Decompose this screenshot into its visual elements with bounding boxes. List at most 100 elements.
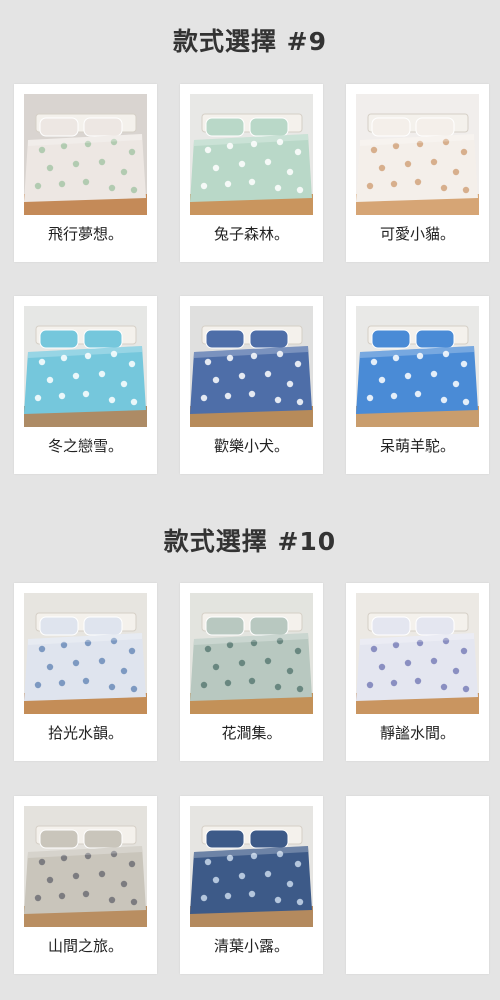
bedding-illustration xyxy=(24,94,147,215)
bedding-photo xyxy=(24,593,147,714)
pattern-dot xyxy=(294,647,302,655)
bedding-photo xyxy=(190,806,313,927)
pattern-dot xyxy=(294,360,302,368)
pattern-dot xyxy=(462,398,470,406)
pattern-dot xyxy=(274,184,282,192)
pattern-dot xyxy=(460,360,468,368)
pattern-dot xyxy=(264,158,272,166)
pattern-dot xyxy=(130,186,138,194)
pattern-dot xyxy=(274,896,282,904)
pattern-dot xyxy=(72,160,80,168)
pattern-dot xyxy=(82,390,90,398)
pillow xyxy=(371,616,411,636)
pattern-dot xyxy=(224,392,232,400)
pillow xyxy=(249,329,289,349)
pattern-dot xyxy=(108,184,116,192)
pillow xyxy=(39,329,79,349)
bedding-illustration xyxy=(24,806,147,927)
product-card[interactable]: 清葉小露。 xyxy=(180,796,323,974)
pillow xyxy=(39,117,79,137)
bedding-photo xyxy=(356,593,479,714)
pattern-dot xyxy=(58,180,66,188)
pattern-dot xyxy=(224,180,232,188)
pattern-dot xyxy=(212,663,220,671)
product-card[interactable]: 靜謐水間。 xyxy=(346,583,489,761)
pattern-dot xyxy=(130,898,138,906)
bedding-photo xyxy=(190,94,313,215)
product-card[interactable]: 兔子森林。 xyxy=(180,84,323,262)
pattern-dot xyxy=(130,685,138,693)
pattern-dot xyxy=(430,657,438,665)
bedding-illustration xyxy=(190,593,313,714)
pattern-dot xyxy=(82,890,90,898)
product-name: 歡樂小犬。 xyxy=(213,437,289,455)
pattern-dot xyxy=(108,683,116,691)
product-card[interactable]: 飛行夢想。 xyxy=(14,84,157,262)
pattern-dot xyxy=(440,184,448,192)
pillow xyxy=(371,117,411,137)
product-card[interactable]: 拾光水韻。 xyxy=(14,583,157,761)
bedding-illustration xyxy=(356,593,479,714)
pillow xyxy=(83,829,123,849)
pattern-dot xyxy=(72,659,80,667)
pattern-dot xyxy=(452,380,460,388)
pattern-dot xyxy=(294,148,302,156)
product-name: 山間之旅。 xyxy=(47,937,123,955)
section-title-10: 款式選擇 #10 xyxy=(163,527,337,556)
product-card[interactable]: 可愛小貓。 xyxy=(346,84,489,262)
pattern-dot xyxy=(34,681,42,689)
pattern-dot xyxy=(286,168,294,176)
product-card[interactable]: 冬之戀雪。 xyxy=(14,296,157,474)
pattern-dot xyxy=(404,372,412,380)
pattern-dot xyxy=(204,645,212,653)
pattern-dot xyxy=(200,894,208,902)
pattern-dot xyxy=(120,168,128,176)
pattern-dot xyxy=(238,160,246,168)
pattern-dot xyxy=(404,659,412,667)
pattern-dot xyxy=(294,860,302,868)
product-name: 飛行夢想。 xyxy=(47,225,123,243)
pattern-dot xyxy=(366,681,374,689)
pattern-dot xyxy=(108,396,116,404)
section-title-9: 款式選擇 #9 xyxy=(172,27,328,56)
pattern-dot xyxy=(58,892,66,900)
product-card[interactable]: 山間之旅。 xyxy=(14,796,157,974)
product-card[interactable]: 花澗集。 xyxy=(180,583,323,761)
pattern-dot xyxy=(414,390,422,398)
pattern-dot xyxy=(460,148,468,156)
pillow xyxy=(415,329,455,349)
pattern-dot xyxy=(462,186,470,194)
pattern-dot xyxy=(248,677,256,685)
pattern-dot xyxy=(224,679,232,687)
product-name: 呆萌羊駝。 xyxy=(379,437,455,455)
pattern-dot xyxy=(82,677,90,685)
pillow xyxy=(249,117,289,137)
pattern-dot xyxy=(46,376,54,384)
pattern-dot xyxy=(128,148,136,156)
pattern-dot xyxy=(72,372,80,380)
pattern-dot xyxy=(238,659,246,667)
pattern-dot xyxy=(414,677,422,685)
pillow xyxy=(371,329,411,349)
pattern-dot xyxy=(296,186,304,194)
pattern-dot xyxy=(378,663,386,671)
bedding-illustration xyxy=(24,593,147,714)
pattern-dot xyxy=(72,872,80,880)
pillow xyxy=(205,829,245,849)
product-card[interactable]: 呆萌羊駝。 xyxy=(346,296,489,474)
pattern-dot xyxy=(248,178,256,186)
pattern-dot xyxy=(130,398,138,406)
empty-card xyxy=(346,796,489,974)
pattern-dot xyxy=(366,394,374,402)
pattern-dot xyxy=(58,679,66,687)
pattern-dot xyxy=(200,681,208,689)
pattern-dot xyxy=(98,657,106,665)
pattern-dot xyxy=(286,880,294,888)
pattern-dot xyxy=(390,392,398,400)
pattern-dot xyxy=(370,358,378,366)
pattern-dot xyxy=(204,146,212,154)
pattern-dot xyxy=(264,657,272,665)
pattern-dot xyxy=(108,896,116,904)
product-card[interactable]: 歡樂小犬。 xyxy=(180,296,323,474)
pattern-dot xyxy=(462,685,470,693)
